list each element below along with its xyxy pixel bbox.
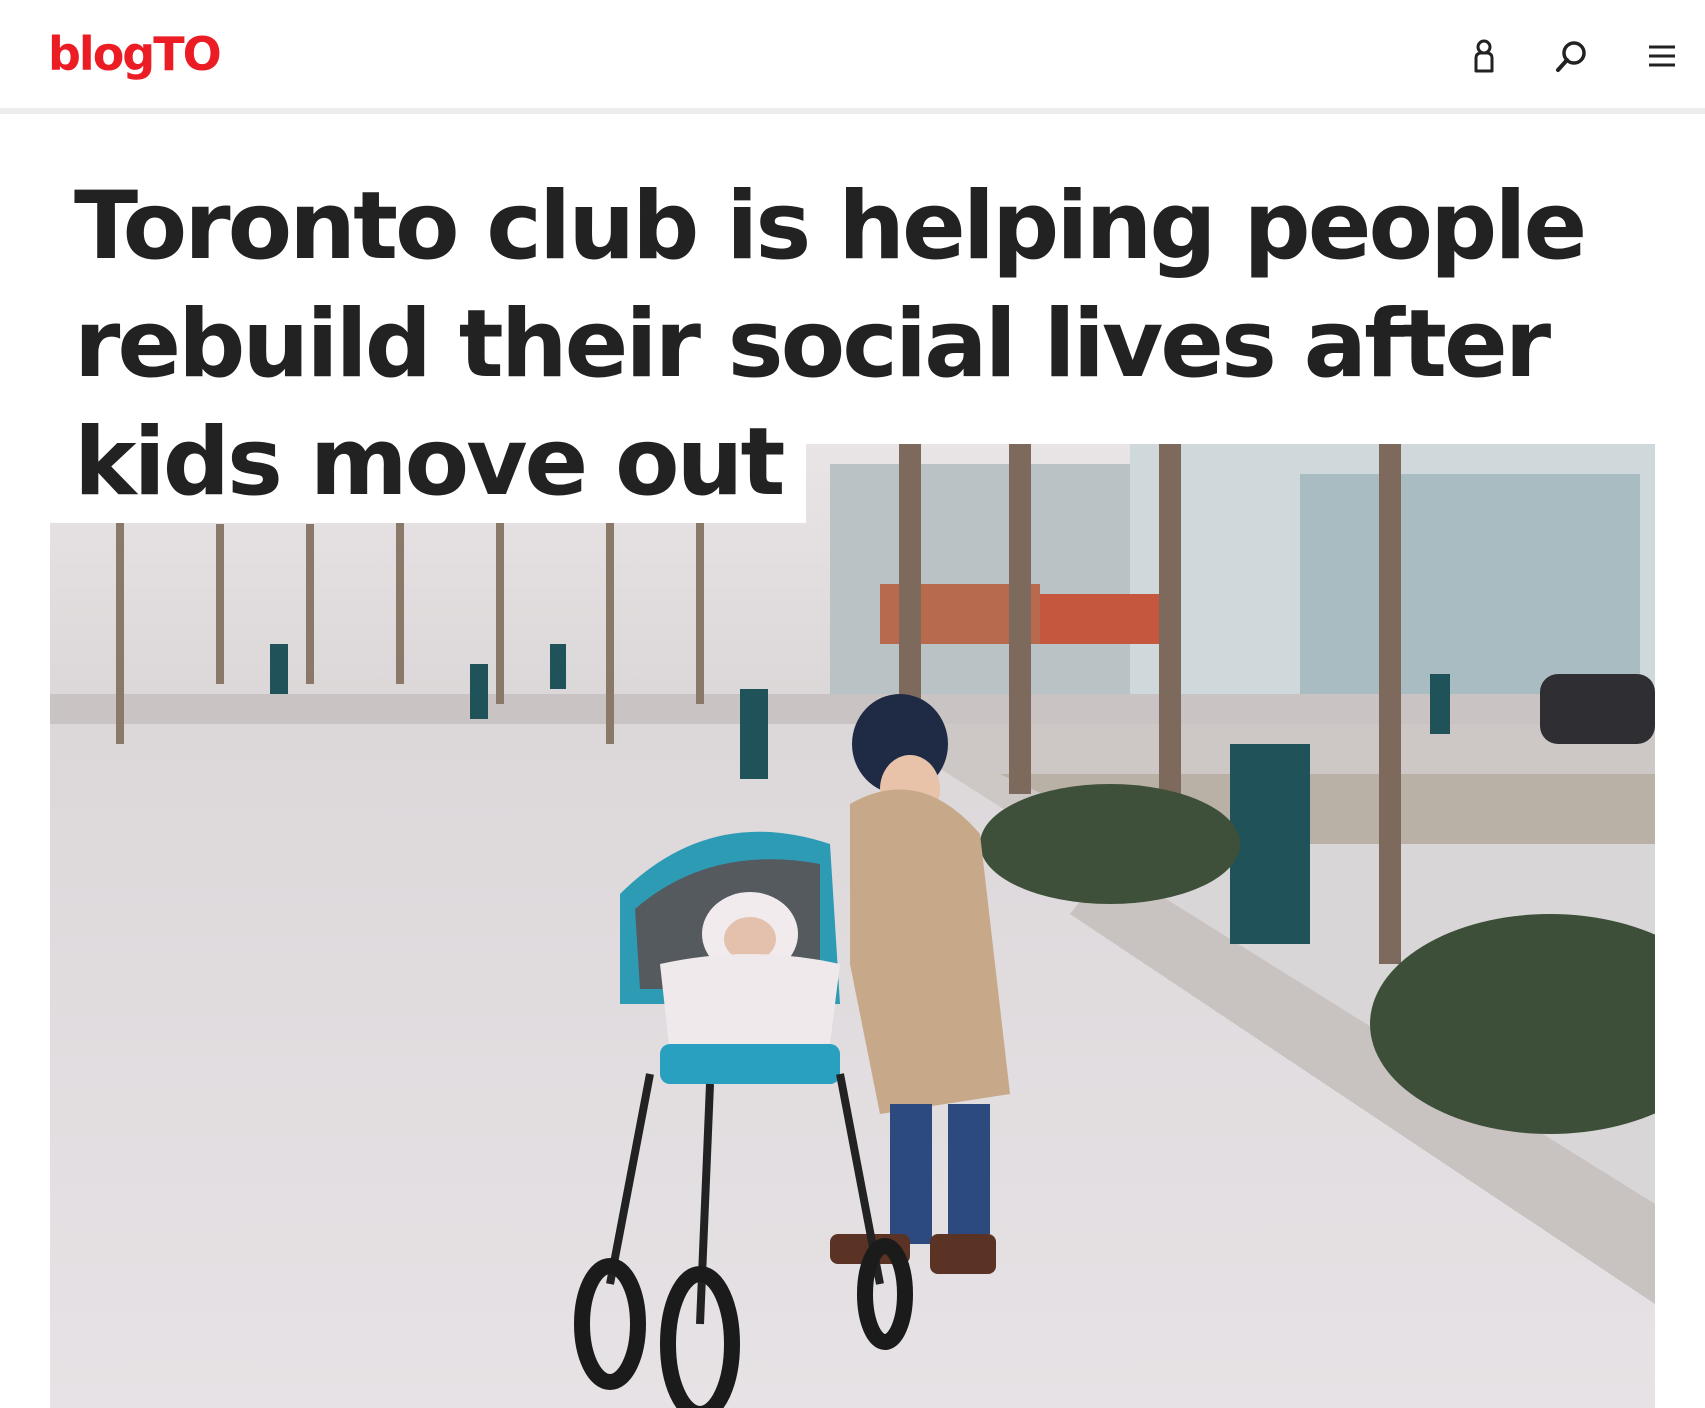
search-icon[interactable] xyxy=(1554,38,1590,74)
site-header: blogTO xyxy=(0,0,1705,114)
account-icon[interactable] xyxy=(1466,38,1502,74)
photo-woman-with-stroller xyxy=(50,444,1655,1408)
headline-text: Toronto club is helping people rebuild t… xyxy=(50,172,1609,523)
site-logo[interactable]: blogTO xyxy=(48,24,222,84)
menu-icon[interactable] xyxy=(1644,38,1680,74)
article-headline: Toronto club is helping people rebuild t… xyxy=(50,168,1610,523)
hero-image xyxy=(50,444,1655,1408)
